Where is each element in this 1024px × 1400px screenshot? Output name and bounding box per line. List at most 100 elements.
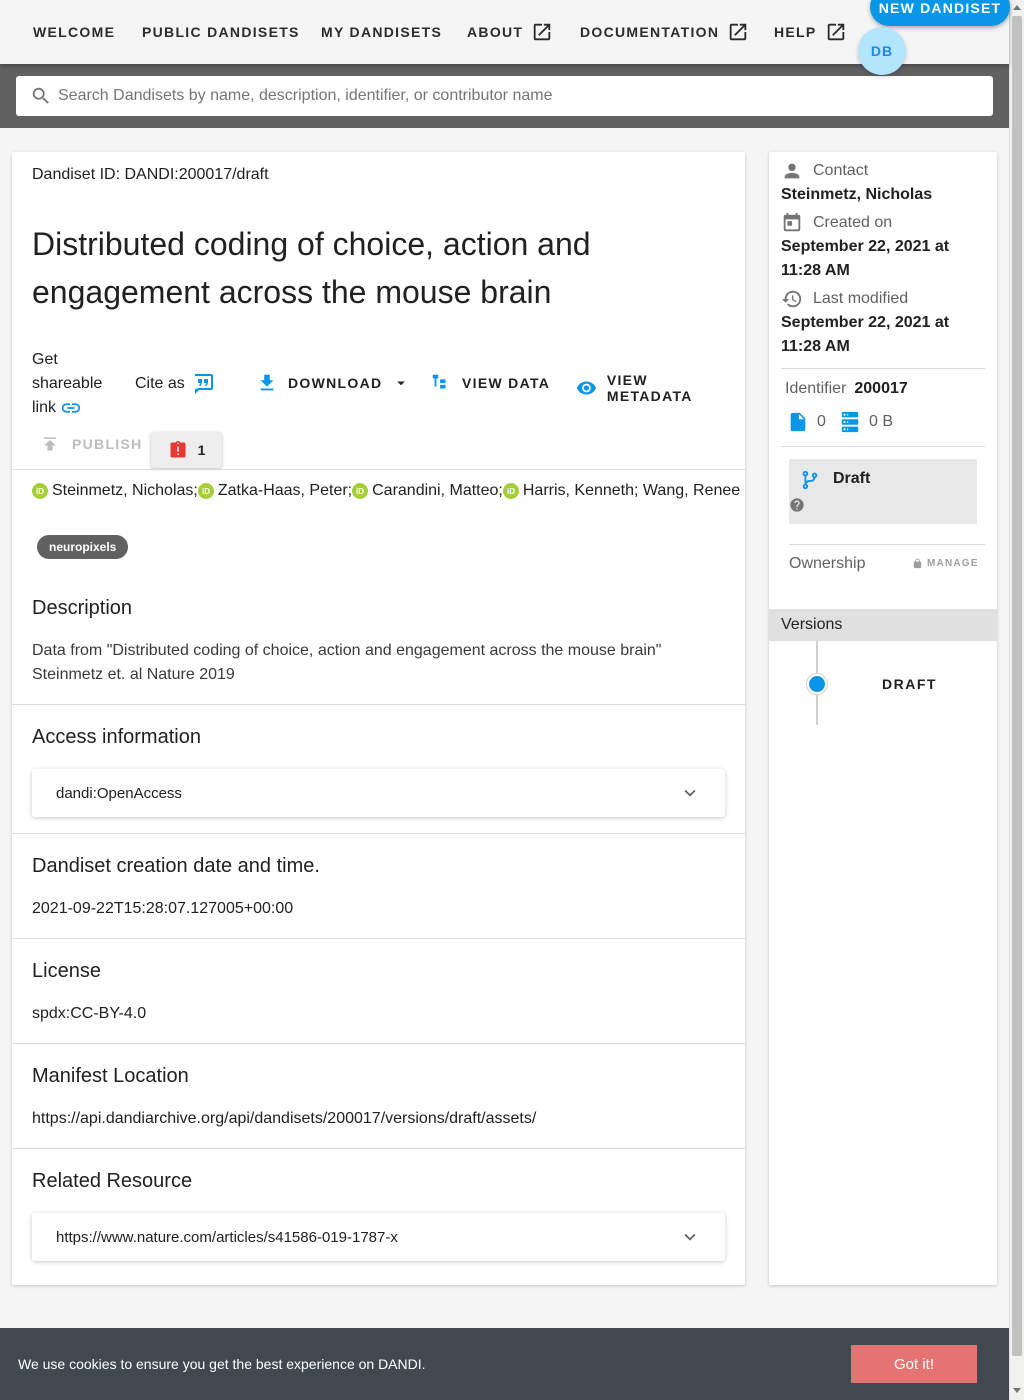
scroll-down-arrow[interactable] — [1013, 1388, 1021, 1393]
error-count: 1 — [197, 442, 206, 458]
contributor-name: Steinmetz, Nicholas; — [52, 482, 198, 499]
svg-text:iD: iD — [507, 487, 515, 496]
file-tree-icon — [432, 374, 446, 389]
manage-ownership-button[interactable]: MANAGE — [912, 558, 979, 569]
format-quote-icon — [194, 374, 213, 394]
contributors-list: iD Steinmetz, Nicholas; iD Zatka-Haas, P… — [32, 482, 740, 500]
manage-label: MANAGE — [927, 558, 979, 569]
open-in-new-icon — [730, 23, 747, 41]
search-icon — [32, 87, 49, 104]
divider — [789, 544, 985, 545]
scroll-thumb[interactable] — [1012, 16, 1022, 1356]
new-dandiset-button[interactable]: NEW DANDISET — [870, 0, 1010, 26]
access-title: Access information — [32, 726, 201, 748]
manifest-value: https://api.dandiarchive.org/api/dandise… — [32, 1110, 537, 1127]
scroll-up-arrow[interactable] — [1013, 5, 1021, 10]
link-icon — [62, 403, 81, 413]
cite-as-button[interactable]: Cite as — [135, 372, 215, 396]
modified-value: September 22, 2021 at 11:28 AM — [781, 314, 950, 355]
versions-header: Versions — [769, 609, 997, 641]
identifier-value: 200017 — [854, 380, 908, 397]
scrollbar[interactable] — [1009, 0, 1024, 1400]
database-icon — [841, 411, 859, 433]
nav-documentation-label: DOCUMENTATION — [580, 24, 720, 40]
description-title: Description — [32, 597, 133, 619]
contributor-name: Harris, Kenneth; Wang, Renee — [522, 482, 741, 499]
publish-label: PUBLISH — [72, 436, 143, 452]
search-strip — [0, 64, 1009, 128]
dandiset-main-card: Dandiset ID: DANDI:200017/draft Distribu… — [12, 152, 745, 1285]
search-box — [16, 76, 993, 116]
view-metadata-button[interactable]: VIEW METADATA — [576, 372, 732, 404]
contributor-item[interactable]: iD Carandini, Matteo; — [352, 482, 503, 500]
nav-about[interactable]: ABOUT — [467, 18, 553, 46]
dandiset-sidebar: Contact Steinmetz, Nicholas Created on S… — [769, 152, 997, 1285]
draft-status: Draft — [789, 459, 977, 524]
publish-icon — [44, 437, 56, 451]
file-count: 0 — [787, 411, 826, 433]
svg-text:iD: iD — [36, 487, 44, 496]
user-avatar[interactable]: DB — [858, 27, 906, 75]
chevron-down-icon — [684, 1233, 696, 1241]
identifier-label: Identifier — [785, 380, 847, 397]
divider — [781, 368, 985, 369]
related-panel-label: https://www.nature.com/articles/s41586-0… — [56, 1228, 398, 1246]
avatar-initials: DB — [870, 43, 894, 59]
manifest-title: Manifest Location — [32, 1065, 189, 1087]
related-panel[interactable]: https://www.nature.com/articles/s41586-0… — [32, 1213, 725, 1261]
contact-label: Contact — [781, 160, 868, 182]
created-label: Created on — [781, 212, 892, 234]
orcid-icon: iD — [32, 483, 48, 499]
download-icon — [260, 374, 274, 391]
nav-my-dandisets[interactable]: MY DANDISETS — [321, 18, 442, 46]
lock-icon — [913, 558, 922, 569]
divider — [12, 704, 745, 705]
view-data-label: VIEW DATA — [462, 375, 551, 391]
version-draft-button[interactable]: DRAFT — [882, 676, 937, 692]
access-panel[interactable]: dandi:OpenAccess — [32, 769, 725, 817]
contributor-item[interactable]: iD Steinmetz, Nicholas; — [32, 482, 198, 500]
nav-public-dandisets-label: PUBLIC DANDISETS — [142, 24, 300, 40]
divider — [12, 938, 745, 939]
svg-text:iD: iD — [202, 487, 210, 496]
nav-welcome[interactable]: WELCOME — [33, 18, 115, 46]
help-circle-icon[interactable] — [789, 497, 805, 513]
file-count-value: 0 — [817, 413, 826, 430]
nav-documentation[interactable]: DOCUMENTATION — [580, 18, 749, 46]
dandiset-id: Dandiset ID: DANDI:200017/draft — [32, 166, 269, 183]
clipboard-alert-icon — [170, 440, 186, 458]
divider — [12, 1148, 745, 1149]
timeline-dot — [807, 674, 827, 694]
nav-help[interactable]: HELP — [774, 18, 847, 46]
created-label-text: Created on — [813, 214, 893, 231]
action-row: Get shareable link Cite as DOWNLOAD VIEW… — [32, 348, 732, 418]
contact-value: Steinmetz, Nicholas — [781, 186, 933, 203]
source-branch-icon — [802, 470, 818, 490]
file-icon — [790, 412, 806, 432]
open-in-new-icon — [827, 23, 844, 41]
contributor-item[interactable]: iD Harris, Kenneth; Wang, Renee — [502, 482, 741, 500]
orcid-icon: iD — [352, 483, 369, 499]
validation-errors-button[interactable]: 1 — [151, 432, 222, 468]
divider — [781, 446, 985, 447]
download-label: DOWNLOAD — [288, 375, 383, 391]
search-input[interactable] — [58, 87, 993, 105]
identifier-row: Identifier 200017 — [785, 380, 908, 398]
account-icon — [784, 163, 800, 179]
history-icon — [781, 290, 802, 308]
nav-welcome-label: WELCOME — [33, 24, 116, 40]
new-dandiset-label: NEW DANDISET — [878, 0, 1002, 16]
keyword-chip: neuropixels — [37, 535, 129, 559]
cookie-accept-button[interactable]: Got it! — [851, 1345, 977, 1383]
modified-label: Last modified — [781, 288, 908, 310]
dandiset-title: Distributed coding of choice, action and… — [32, 226, 591, 310]
nav-public-dandisets[interactable]: PUBLIC DANDISETS — [142, 18, 300, 46]
publish-button[interactable]: PUBLISH — [32, 434, 143, 454]
share-link-button[interactable]: Get shareable link — [32, 348, 112, 420]
view-data-button[interactable]: VIEW DATA — [430, 372, 550, 394]
nav-about-label: ABOUT — [467, 24, 524, 40]
download-button[interactable]: DOWNLOAD — [256, 372, 410, 394]
cite-as-label: Cite as — [135, 375, 185, 392]
orcid-icon: iD — [197, 483, 214, 499]
contributor-item[interactable]: iD Zatka-Haas, Peter; — [197, 482, 352, 500]
